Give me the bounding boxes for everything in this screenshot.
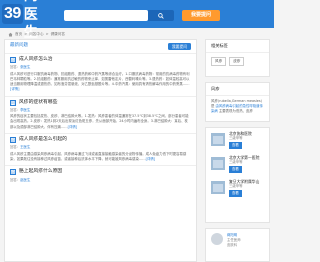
detail-link[interactable]: [详情] [68,125,77,129]
view-button[interactable]: 查看 [229,165,242,173]
search-button[interactable] [148,10,174,21]
question-title[interactable]: 风疹的症状有哪些 [19,100,57,106]
panel-title: 最新问题 [10,43,28,49]
view-button[interactable]: 查看 [229,142,242,149]
ask-question-small-button[interactable]: 我要提问 [167,42,191,51]
question-item[interactable]: 问成人风疹是怎么引起的 回答：王医生 成人风疹主要由感染风疹病毒引起，风疹病毒通… [5,134,196,167]
hospital-level: 三级甲等 [229,184,243,188]
question-item[interactable]: 问成人风疹怎么治 回答：张医生 成人风疹可进行口服抗病毒药物、抗组胺药、退热药和… [5,54,196,97]
disease-intro-card: 风疹 风疹(rubella,German measles)是 由风疹病毒引起的急… [205,82,270,122]
question-title[interactable]: 成人风疹是怎么引起的 [19,137,67,143]
doctor-link[interactable]: 王医生 [20,145,30,149]
search-icon [158,12,164,19]
question-item[interactable]: 问胳上起风疹什么原因 回答：赵医生 [5,166,196,187]
breadcrumb: 首页 > 问答中心 > 健康问答 [8,31,65,38]
question-answer: 风疹的症状主要包括发热、皮疹、淋巴结肿大等。1.发热：风疹患者的体温通常在37.… [10,114,189,129]
hospital-item[interactable]: 复旦大学附属华山 三级甲等 查看 [206,176,269,200]
related-tags-card: 相关标签 风疹 皮疹 [205,39,270,77]
hospital-level: 三级甲等 [229,136,243,141]
question-item[interactable]: 问风疹的症状有哪些 回答：李医生 风疹的症状主要包括发热、皮疹、淋巴结肿大等。1… [5,97,196,134]
tag-item[interactable]: 风疹 [211,56,227,66]
search-input[interactable] [64,10,148,21]
doctor-dept: 皮肤科 [227,242,238,247]
question-icon: 问 [10,57,16,64]
question-icon: 问 [10,99,16,106]
doctor-item[interactable]: 蒋阳明 主任医师 皮肤科 [206,229,269,252]
hospital-image [211,157,225,171]
hospital-image [211,133,225,147]
question-meta: 回答：王医生 [10,145,31,150]
hospital-item[interactable]: 北京大学第一医院 三级甲等 查看 [206,152,269,176]
card-title: 相关标签 [206,40,269,53]
panel-header: 最新问题 我要提问 [5,40,196,54]
doctor-link[interactable]: 赵医生 [20,178,30,182]
question-meta: 回答：李医生 [10,108,31,113]
tag-list: 风疹 皮疹 [206,53,269,70]
home-icon [8,32,13,37]
question-answer: 成人风疹主要由感染风疹病毒引起，风疹病毒通过飞沫或者直接接触感染者的分泌物传播。… [10,151,187,161]
question-title[interactable]: 胳上起风疹什么原因 [19,169,62,175]
card-title: 风疹 [206,83,269,96]
question-answer: 成人风疹可进行口服抗病毒药物、抗组胺药、退热药和中药汽蒸等综合治疗。1.口服抗病… [10,71,190,92]
hospital-image [211,181,225,195]
doctor-link[interactable]: 张医生 [20,65,30,69]
question-meta: 回答：张医生 [10,65,31,70]
hospital-card: 北京协和医院 三级甲等 查看 北京大学第一医院 三级甲等 查看 复旦大学附属华山… [205,127,270,223]
breadcrumb-item[interactable]: 健康问答 [51,32,65,37]
question-list-panel: 最新问题 我要提问 问成人风疹怎么治 回答：张医生 成人风疹可进行口服抗病毒药物… [4,39,197,262]
view-button[interactable]: 查看 [229,189,242,197]
intro-text: 主要表现为低热、皮疹 [218,108,253,113]
top-header: 39 问医生 我要提问 [0,0,274,40]
hospital-level: 三级甲等 [229,160,243,165]
doctor-link[interactable]: 李医生 [20,108,30,112]
breadcrumb-item[interactable]: 首页 [15,32,22,37]
avatar [211,233,223,245]
detail-link[interactable]: [详情] [146,157,155,161]
site-logo[interactable]: 39 问医生 [2,0,48,40]
hospital-item[interactable]: 北京协和医院 三级甲等 查看 [206,128,269,152]
tag-item[interactable]: 皮疹 [229,56,245,66]
question-icon: 问 [10,169,16,176]
question-title[interactable]: 成人风疹怎么治 [19,57,53,63]
breadcrumb-item[interactable]: 问答中心 [29,32,43,37]
question-meta: 回答：赵医生 [10,177,31,182]
detail-link[interactable]: [详情] [10,87,19,91]
doctor-card: 蒋阳明 主任医师 皮肤科 [205,228,270,262]
question-icon: 问 [10,137,16,144]
ask-question-button[interactable]: 我要提问 [182,10,220,21]
logo-number: 39 [2,4,23,24]
